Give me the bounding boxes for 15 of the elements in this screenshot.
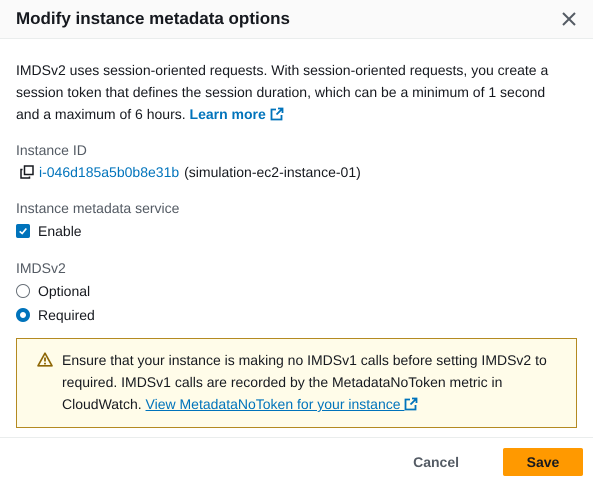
intro-text: IMDSv2 uses session-oriented requests. With session-oriented requests, you create a session token that defines the session duration, which can be a minimum of 1 second and a maximum of 6 hours. Learn more xyxy=(16,61,550,124)
metadata-link[interactable]: View MetadataNoToken for your instance xyxy=(146,396,418,412)
checkbox-label: Enable xyxy=(38,222,82,241)
dialog-title: Modify instance metadata options xyxy=(16,9,290,29)
learn-more-link[interactable]: Learn more xyxy=(190,106,284,122)
field-label: IMDSv2 xyxy=(16,259,67,278)
warning-text: Ensure that your instance is making no IMDSv1 calls before setting IMDSv2 to required. IMDSv1 calls are recorded by the MetadataNoToken metric in CloudWatch. View MetadataNoToken for your instance xyxy=(62,351,548,414)
save-button[interactable]: Save xyxy=(503,448,583,476)
radio-label: Required xyxy=(38,306,95,325)
radio-label: Optional xyxy=(38,282,90,301)
instance-name: (simulation-ec2-instance-01) xyxy=(184,163,361,182)
field-label: Instance metadata service xyxy=(16,199,180,218)
field-label: Instance ID xyxy=(16,141,88,160)
cancel-button[interactable]: Cancel xyxy=(393,448,479,476)
instance-id-link[interactable]: i-046d185a5b0b8e31b xyxy=(39,161,180,183)
